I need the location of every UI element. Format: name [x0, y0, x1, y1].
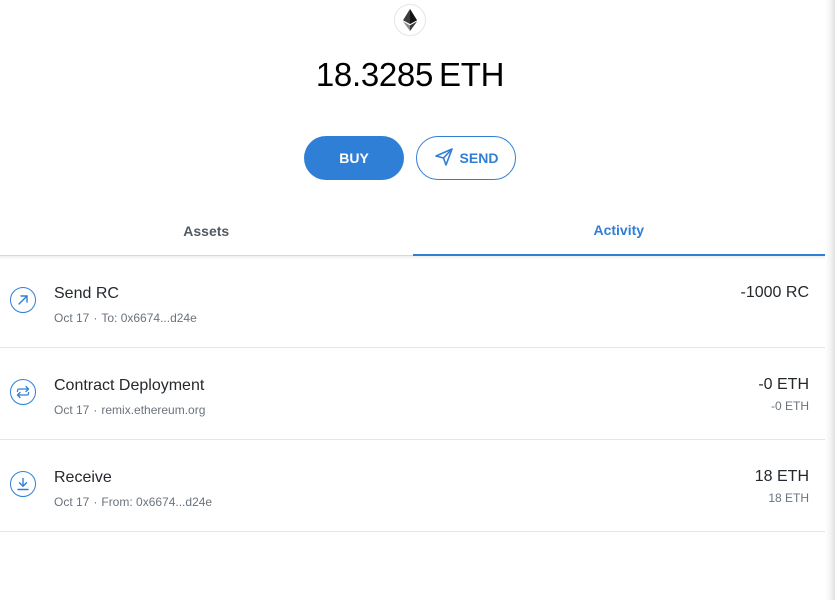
swap-arrows-icon [10, 379, 36, 405]
separator-dot: · [93, 403, 98, 417]
transaction-list: Send RC Oct 17 · To: 0x6674...d24e -1000 R… [0, 256, 825, 532]
balance-unit: ETH [439, 56, 505, 93]
wallet-page: 18.3285 ETH BUY SEND Assets Activity Sen… [0, 0, 835, 600]
window-edge-shadow [825, 0, 835, 600]
transaction-detail: To: 0x6674...d24e [101, 311, 197, 325]
transaction-date: Oct 17 [54, 311, 90, 325]
transaction-detail: remix.ethereum.org [101, 403, 206, 417]
action-buttons: BUY SEND [304, 136, 516, 180]
transaction-amount: -1000 RC [740, 284, 809, 301]
ethereum-icon [394, 4, 426, 36]
transaction-item[interactable]: Receive Oct 17 · From: 0x6674...d24e 18 ETH 1… [0, 440, 825, 532]
transaction-subtitle: Oct 17 · From: 0x6674...d24e [54, 495, 212, 509]
buy-button[interactable]: BUY [304, 136, 404, 180]
download-icon [10, 471, 36, 497]
wallet-content: 18.3285 ETH BUY SEND Assets Activity Sen… [0, 0, 825, 600]
transaction-item[interactable]: Send RC Oct 17 · To: 0x6674...d24e -1000 R… [0, 256, 825, 348]
transaction-secondary-amount: -0 ETH [770, 399, 809, 413]
transaction-title: Contract Deployment [54, 377, 205, 394]
tab-activity-label: Activity [593, 222, 645, 238]
tab-activity[interactable]: Activity [412, 206, 825, 256]
balance-display: 18.3285 ETH [0, 56, 820, 94]
transaction-subtitle: Oct 17 · remix.ethereum.org [54, 403, 205, 417]
paper-plane-icon [434, 147, 454, 170]
transaction-amount: 18 ETH [754, 468, 809, 485]
transaction-detail: From: 0x6674...d24e [101, 495, 213, 509]
tab-bar: Assets Activity [0, 206, 825, 256]
transaction-secondary-amount: 18 ETH [768, 491, 809, 505]
tab-assets[interactable]: Assets [0, 206, 413, 255]
transaction-title: Send RC [54, 285, 119, 302]
transaction-date: Oct 17 [54, 403, 90, 417]
transaction-title: Receive [54, 469, 112, 486]
tab-assets-label: Assets [183, 222, 230, 239]
separator-dot: · [93, 311, 98, 325]
buy-button-label: BUY [339, 150, 369, 166]
transaction-subtitle: Oct 17 · To: 0x6674...d24e [54, 311, 197, 325]
arrow-up-right-icon [10, 287, 36, 313]
send-button[interactable]: SEND [416, 136, 516, 180]
separator-dot: · [93, 495, 98, 509]
send-button-label: SEND [459, 150, 499, 166]
transaction-item[interactable]: Contract Deployment Oct 17 · remix.ethereum… [0, 348, 825, 440]
transaction-date: Oct 17 [54, 495, 90, 509]
transaction-amount: -0 ETH [758, 376, 809, 393]
balance-amount: 18.3285 [315, 56, 434, 93]
